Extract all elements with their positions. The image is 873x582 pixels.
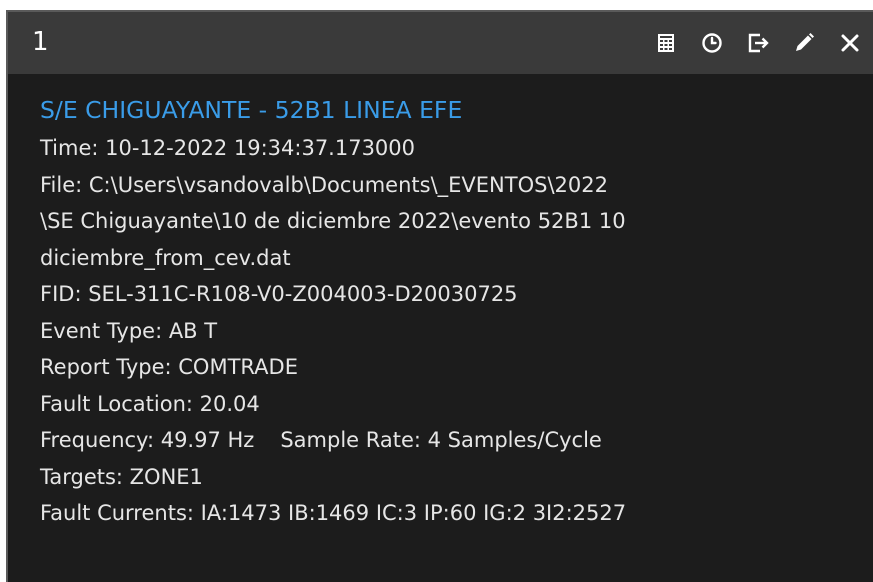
fault-location: Fault Location: 20.04	[40, 391, 260, 416]
event-file-line-2: \SE Chiguayante\10 de diciembre 2022\eve…	[40, 209, 626, 233]
frequency: Frequency: 49.97 Hz	[40, 428, 255, 452]
event-type: Event Type: AB T	[40, 318, 218, 343]
frequency-row: Frequency: 49.97 Hz Sample Rate: 4 Sample…	[40, 422, 863, 459]
event-fid: FID: SEL-311C-R108-V0-Z004003-D20030725	[40, 282, 518, 306]
export-icon	[748, 33, 769, 53]
report-type: Report Type: COMTRADE	[40, 355, 298, 379]
clock-icon	[702, 33, 722, 53]
event-details: S/E CHIGUAYANTE - 52B1 LINEA EFE Time: 1…	[40, 92, 863, 532]
event-time: Time: 10-12-2022 19:34:37.173000	[40, 136, 416, 160]
event-file-line-3: diciembre_from_cev.dat	[40, 245, 291, 270]
sample-rate: Sample Rate: 4 Samples/Cycle	[280, 428, 602, 452]
event-file-line-1: File: C:\Users\vsandovalb\Documents\_EVE…	[40, 172, 608, 197]
panel-title: 1	[32, 27, 49, 57]
fault-currents: Fault Currents: IA:1473 IB:1469 IC:3 IP:…	[40, 501, 627, 525]
event-title: S/E CHIGUAYANTE - 52B1 LINEA EFE	[40, 96, 463, 124]
close-button[interactable]	[827, 22, 873, 64]
table-icon	[658, 34, 674, 52]
top-strip	[0, 0, 873, 10]
history-button[interactable]	[689, 22, 735, 64]
edit-button[interactable]	[781, 22, 827, 64]
table-button[interactable]	[643, 22, 689, 64]
targets: Targets: ZONE1	[40, 464, 203, 489]
panel-toolbar	[643, 22, 873, 64]
panel-header: 1	[8, 12, 873, 74]
export-button[interactable]	[735, 22, 781, 64]
event-panel: 1 S/E CHIGUAYANTE - 52B1 LINEA EFE Time:…	[6, 10, 873, 582]
pencil-icon	[796, 33, 814, 51]
close-icon	[841, 34, 859, 52]
